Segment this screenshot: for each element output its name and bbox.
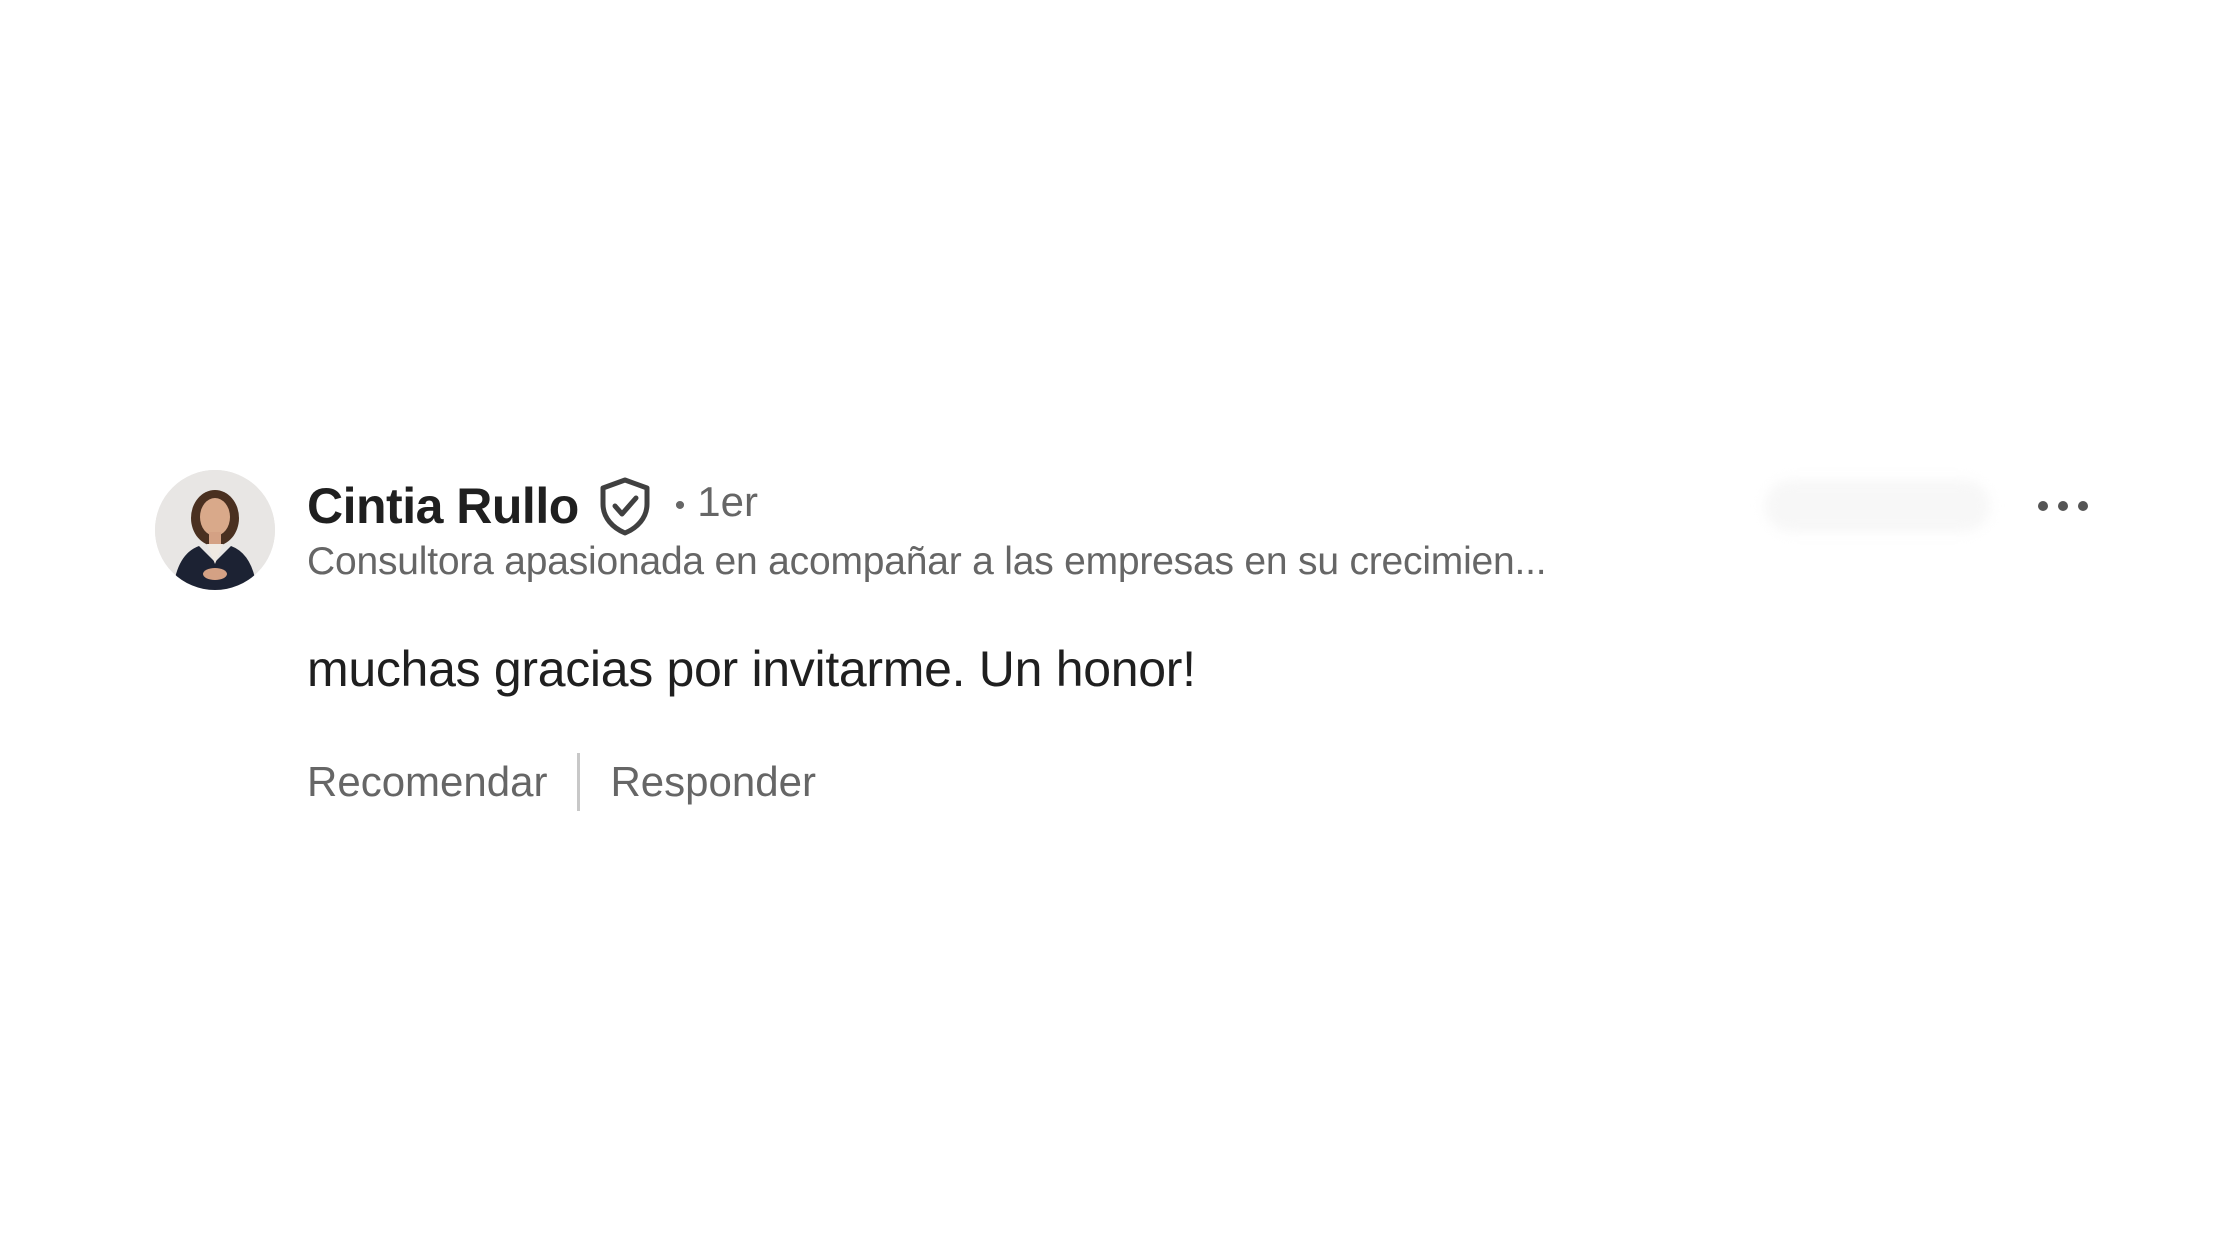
author-name[interactable]: Cintia Rullo	[307, 477, 579, 535]
author-row: Cintia Rullo • 1er	[307, 475, 758, 537]
page: Cintia Rullo • 1er Consultora apasionada…	[0, 0, 2240, 1260]
action-divider	[577, 753, 581, 811]
comment-item: Cintia Rullo • 1er Consultora apasionada…	[155, 470, 2088, 820]
more-options-icon	[2038, 501, 2088, 511]
more-options-button[interactable]	[2023, 478, 2103, 534]
author-headline: Consultora apasionada en acompañar a las…	[307, 540, 1547, 583]
avatar[interactable]	[155, 470, 275, 590]
connection-degree: 1er	[697, 478, 758, 525]
reply-button[interactable]: Responder	[610, 758, 815, 806]
verified-shield-icon	[597, 476, 653, 536]
blurred-timestamp	[1765, 480, 1990, 532]
comment-text: muchas gracias por invitarme. Un honor!	[307, 641, 1196, 697]
comment-actions: Recomendar Responder	[307, 752, 816, 812]
separator-dot: •	[674, 489, 686, 522]
recommend-button[interactable]: Recomendar	[307, 758, 547, 806]
avatar-image	[155, 470, 275, 590]
